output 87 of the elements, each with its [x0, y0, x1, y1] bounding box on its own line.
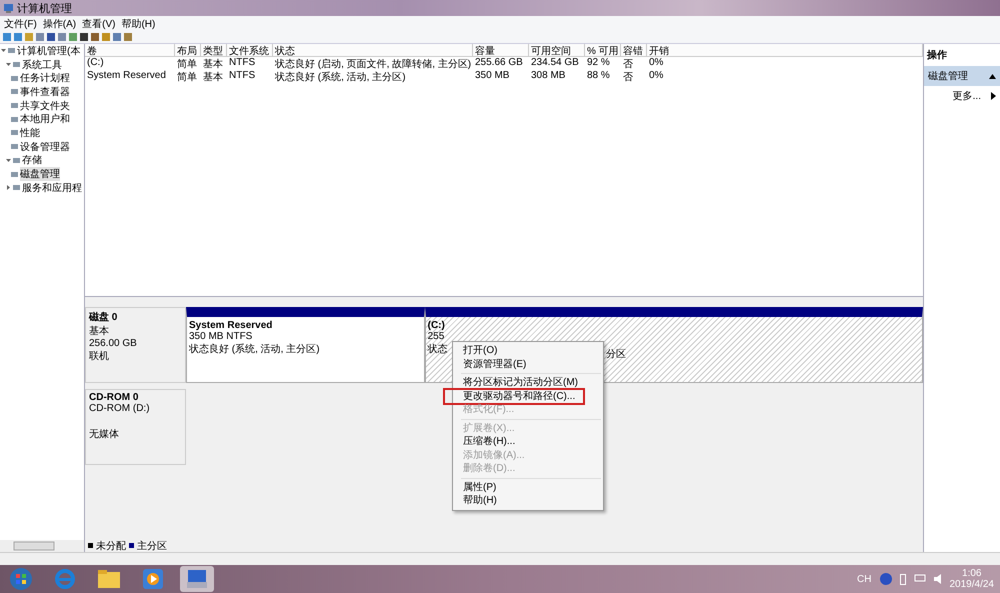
table-cell-text: 255.66 GB: [474, 57, 524, 70]
table-cell-text: (C:): [86, 57, 105, 70]
table-cell-text: 0%: [648, 70, 664, 83]
table-cell-text: 308 MB: [530, 70, 566, 83]
column-header[interactable]: 类型: [201, 44, 227, 57]
table-cell-text: 88 %: [586, 70, 611, 83]
partition-status: 状态良好 (系统, 活动, 主分区): [189, 342, 320, 356]
column-header[interactable]: 容量: [473, 44, 529, 57]
network-icon[interactable]: [914, 574, 926, 584]
menu-item[interactable]: 压缩卷(H)...: [453, 435, 603, 448]
action-link[interactable]: 更多...: [952, 89, 981, 103]
disk-info: 基本: [89, 324, 110, 338]
disk-info: 联机: [89, 350, 110, 363]
column-header[interactable]: 文件系统: [227, 44, 273, 57]
battery-icon[interactable]: [900, 574, 906, 584]
column-header[interactable]: % 可用: [585, 44, 621, 57]
table-cell-text: 状态良好 (系统, 活动, 主分区): [274, 70, 407, 83]
menu-item[interactable]: 帮助(H): [121, 16, 156, 30]
table-cell-text: 0%: [648, 57, 664, 70]
computer-icon[interactable]: [185, 568, 209, 590]
tree-item[interactable]: 共享文件夹: [20, 98, 70, 113]
menu-item[interactable]: 更改驱动器号和路径(C)...: [445, 390, 583, 403]
menu-item[interactable]: 文件(F): [4, 16, 37, 30]
partition-status: 状态: [428, 342, 448, 356]
partition[interactable]: System Reserved 350 MB NTFS 状态良好 (系统, 活动, 主分区): [186, 307, 425, 383]
tree-item[interactable]: 设备管理器: [20, 140, 70, 154]
partition-size: 255: [428, 331, 444, 342]
action-section[interactable]: 磁盘管理: [924, 66, 1000, 86]
column-header[interactable]: 容错: [621, 44, 647, 57]
table-cell-text: 基本: [202, 70, 224, 83]
panel-title: 操作: [926, 48, 948, 63]
column-header[interactable]: 卷: [85, 44, 175, 57]
menu-item[interactable]: 查看(V): [82, 16, 116, 30]
menu-item[interactable]: 属性(P): [453, 480, 603, 494]
tree-item[interactable]: 事件查看器: [20, 84, 70, 99]
tree-item[interactable]: 本地用户和: [20, 112, 70, 126]
column-header[interactable]: 可用空间: [529, 44, 585, 57]
collapse-icon: [989, 72, 996, 80]
legend-label: 主分区: [137, 540, 167, 552]
table-cell-text: 92 %: [586, 57, 611, 70]
partition-status: 分区: [606, 348, 626, 361]
menu-item[interactable]: 资源管理器(E): [453, 358, 603, 371]
partition-name: System Reserved: [189, 320, 272, 331]
menu-item[interactable]: 帮助(H): [453, 494, 603, 508]
table-cell-text: 350 MB: [474, 70, 510, 83]
column-header[interactable]: 状态: [273, 44, 473, 57]
start-orb-icon[interactable]: [9, 567, 33, 591]
app-icon: [3, 2, 14, 14]
table-cell-text: NTFS: [228, 57, 256, 70]
disk-name: 磁盘 0: [89, 310, 118, 324]
table-cell-text: NTFS: [228, 70, 256, 83]
tree-item[interactable]: 计算机管理(本: [17, 44, 80, 58]
tree-item[interactable]: 性能: [20, 126, 40, 140]
table-cell-text: System Reserved: [86, 70, 167, 83]
tree-item[interactable]: 服务和应用程: [22, 180, 82, 195]
tree-item[interactable]: 磁盘管理: [20, 167, 60, 182]
media-player-icon[interactable]: [143, 569, 163, 589]
table-cell-text: 基本: [202, 58, 224, 70]
window-title: 计算机管理: [17, 2, 72, 16]
browser-icon[interactable]: [53, 567, 77, 591]
table-cell-text: 否: [622, 58, 634, 70]
tree-item[interactable]: 存储: [22, 153, 42, 168]
column-header[interactable]: 布局: [175, 44, 201, 57]
table-cell-text: 简单: [176, 58, 198, 70]
media-status: 无媒体: [89, 428, 120, 441]
column-header[interactable]: 开销: [647, 44, 923, 57]
expander-icon[interactable]: [6, 62, 11, 68]
disk-info: CD-ROM (D:): [89, 403, 151, 414]
horizontal-scrollbar[interactable]: [0, 540, 84, 552]
legend-label: 未分配: [96, 540, 126, 552]
expander-icon[interactable]: [6, 185, 11, 190]
disk-name: CD-ROM 0: [89, 392, 140, 403]
table-cell-text: 234.54 GB: [530, 57, 580, 70]
table-cell-text: 简单: [176, 70, 198, 83]
tree-item[interactable]: 系统工具: [22, 58, 62, 72]
table-cell-text: 否: [622, 71, 634, 83]
volume-icon[interactable]: [934, 574, 942, 584]
expander-icon[interactable]: [1, 48, 6, 54]
table-cell-text: 状态良好 (启动, 页面文件, 故障转储, 主分区): [274, 58, 472, 70]
partition-size: 350 MB NTFS: [189, 331, 252, 342]
partition-name: (C:): [428, 320, 445, 331]
disk-info: 256.00 GB: [89, 338, 138, 349]
arrow-icon: [991, 92, 996, 100]
tree-item[interactable]: 任务计划程: [20, 71, 70, 86]
expander-icon[interactable]: [6, 158, 11, 163]
menu-item[interactable]: 操作(A): [42, 16, 76, 30]
menu-item[interactable]: 打开(O): [453, 344, 603, 358]
